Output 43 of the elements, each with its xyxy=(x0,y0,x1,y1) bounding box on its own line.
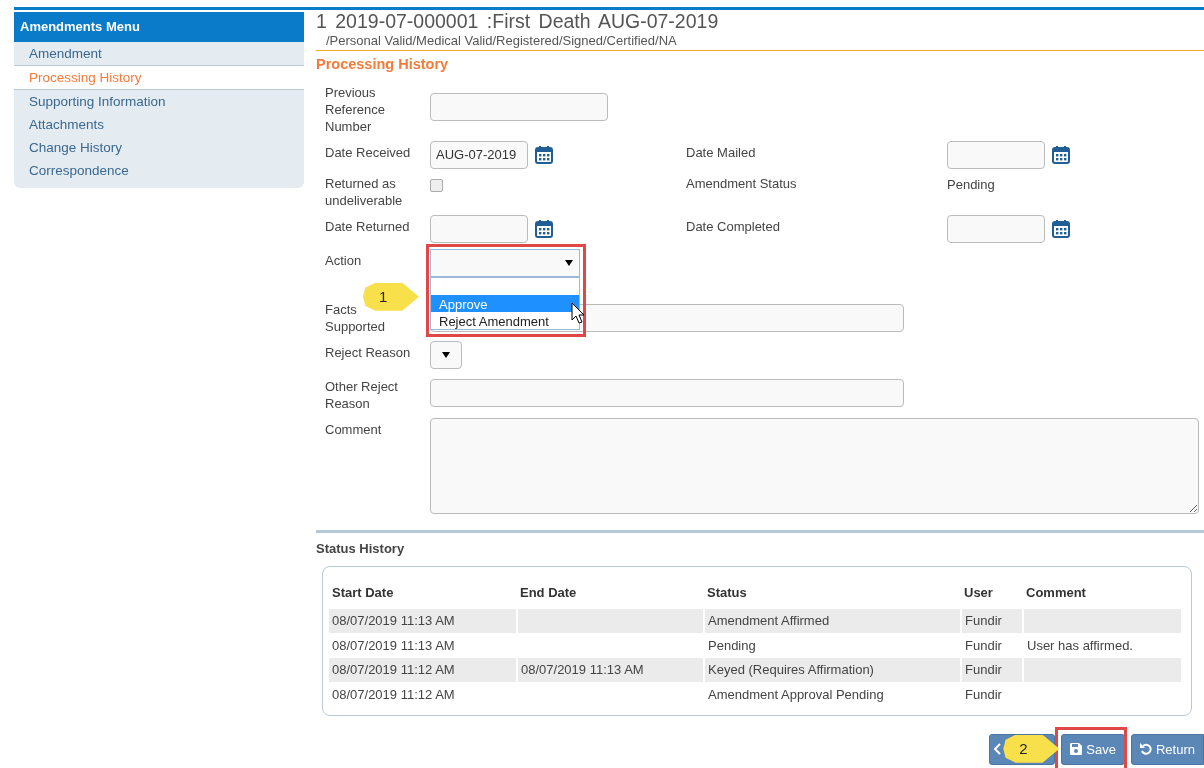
field-label: Returned as undeliverable xyxy=(325,174,404,209)
field-label: Reject Reason xyxy=(325,343,412,362)
field-label: Previous Reference Number xyxy=(325,83,386,135)
section-title: Processing History xyxy=(316,55,450,74)
table-cell: Amendment Affirmed xyxy=(704,608,961,634)
table-cell: Fundir xyxy=(961,608,1023,634)
callout-tooltip: 1 xyxy=(363,282,419,311)
table-cell: Amendment Approval Pending xyxy=(704,682,961,707)
record-status-path: /Personal Valid/Medical Valid/Registered/Signed/Certified/NA xyxy=(325,33,678,49)
date-field[interactable]: AUG-07-2019 xyxy=(430,140,528,169)
save-button[interactable]: Save xyxy=(1061,733,1125,765)
field-label: Date Received xyxy=(325,143,412,162)
sidebar-item[interactable]: Attachments xyxy=(14,112,304,136)
column-header: User xyxy=(961,579,1023,609)
status-value: Pending xyxy=(947,175,995,194)
field-label: Action xyxy=(325,251,363,270)
sidebar-item[interactable]: Supporting Information xyxy=(14,89,304,113)
column-header: Start Date xyxy=(329,579,517,609)
field-label: Date Returned xyxy=(325,217,411,236)
column-header: Comment xyxy=(1023,579,1182,609)
table-cell: Fundir xyxy=(961,657,1023,683)
return-button[interactable]: Return xyxy=(1130,733,1204,765)
table-cell: Fundir xyxy=(961,682,1023,707)
field-label: Other Reject Reason xyxy=(325,377,399,412)
table-cell: Keyed (Requires Affirmation) xyxy=(704,657,961,683)
field-label: Date Completed xyxy=(686,217,781,236)
table-cell: 08/07/2019 11:13 AM xyxy=(329,608,517,634)
dropdown-option[interactable]: Approve xyxy=(431,294,579,312)
record-title: 1 2019-07-000001 :First Death AUG-07-2019 xyxy=(316,9,720,33)
table-cell: 08/07/2019 11:12 AM xyxy=(329,682,517,707)
column-header: Status xyxy=(704,579,961,609)
sidebar-item[interactable]: Change History xyxy=(14,135,304,159)
table-cell: 08/07/2019 11:13 AM xyxy=(517,657,704,683)
column-header: End Date xyxy=(517,579,704,609)
sidebar-item[interactable]: Correspondence xyxy=(14,158,304,182)
status-history-title: Status History xyxy=(316,539,406,558)
sidebar-item[interactable]: Processing History xyxy=(14,64,304,90)
sidebar-item[interactable]: Amendment xyxy=(14,41,304,65)
field-label: Amendment Status xyxy=(686,174,798,193)
sidebar-title: Amendments Menu xyxy=(14,12,304,42)
field-label: Date Mailed xyxy=(686,143,757,162)
field-label: Comment xyxy=(325,420,383,439)
table-cell: 08/07/2019 11:12 AM xyxy=(329,657,517,683)
